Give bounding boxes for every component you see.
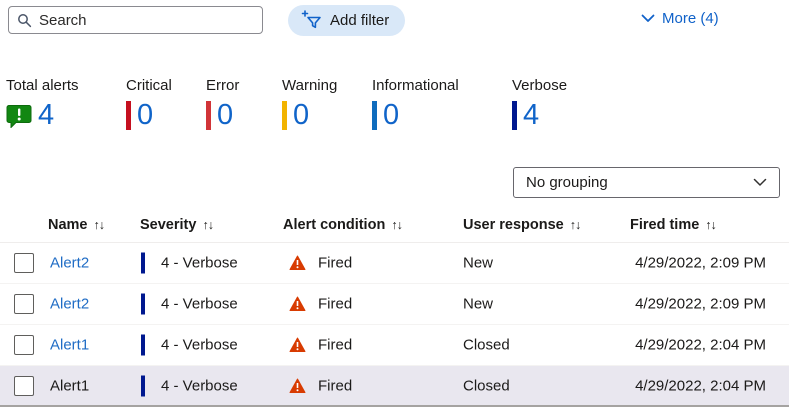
search-input[interactable] [39, 12, 254, 29]
user-response-cell: Closed [463, 377, 510, 394]
severity-bar [141, 375, 145, 396]
user-response-cell: Closed [463, 337, 510, 354]
column-header-severity[interactable]: Severity↑↓ [140, 217, 213, 233]
user-response-cell: New [463, 255, 493, 272]
metric-value: 0 [137, 101, 153, 130]
grouping-selected-value: No grouping [526, 174, 608, 191]
severity-cell: 4 - Verbose [161, 255, 238, 272]
fired-time-cell: 4/29/2022, 2:09 PM [580, 255, 766, 272]
sort-icon: ↑↓ [705, 218, 716, 232]
metric-label: Verbose [512, 77, 567, 94]
sort-icon: ↑↓ [570, 218, 581, 232]
chevron-down-icon [641, 14, 655, 23]
alert-condition-cell: Fired [318, 255, 352, 272]
fired-time-cell: 4/29/2022, 2:09 PM [580, 296, 766, 313]
alert-name-link[interactable]: Alert2 [50, 296, 89, 313]
metric-label: Error [206, 77, 239, 94]
warning-triangle-icon [289, 378, 306, 394]
user-response-cell: New [463, 296, 493, 313]
row-checkbox[interactable] [14, 376, 34, 396]
metric-informational: Informational 0 [372, 77, 459, 130]
severity-bar [126, 101, 131, 130]
alerts-screen: Add filter More (4) Total alerts 4 Criti… [0, 0, 789, 411]
alert-condition-cell: Fired [318, 337, 352, 354]
column-header-alert-condition[interactable]: Alert condition↑↓ [283, 217, 402, 233]
metric-value: 0 [293, 101, 309, 130]
severity-bar [141, 335, 145, 356]
row-checkbox[interactable] [14, 294, 34, 314]
metric-value: 0 [383, 101, 399, 130]
alert-name-link[interactable]: Alert1 [50, 377, 89, 394]
fired-time-cell: 4/29/2022, 2:04 PM [580, 377, 766, 394]
metric-label: Informational [372, 77, 459, 94]
metric-critical: Critical 0 [126, 77, 172, 130]
more-button[interactable]: More (4) [641, 10, 719, 27]
metric-label: Critical [126, 77, 172, 94]
severity-bar [372, 101, 377, 130]
column-header-fired-time[interactable]: Fired time↑↓ [630, 217, 716, 233]
table-row[interactable]: Alert1 4 - Verbose Fired Closed 4/29/202… [0, 325, 789, 366]
row-checkbox[interactable] [14, 253, 34, 273]
metric-verbose: Verbose 4 [512, 77, 567, 130]
warning-triangle-icon [289, 296, 306, 312]
warning-triangle-icon [289, 337, 306, 353]
column-header-name[interactable]: Name↑↓ [48, 217, 104, 233]
alert-speech-bubble-icon [6, 104, 32, 128]
alert-condition-cell: Fired [318, 296, 352, 313]
metric-warning: Warning 0 [282, 77, 337, 130]
severity-bar [206, 101, 211, 130]
metric-label: Total alerts [6, 77, 79, 94]
sort-icon: ↑↓ [202, 218, 213, 232]
metric-error: Error 0 [206, 77, 239, 130]
alert-name-link[interactable]: Alert1 [50, 337, 89, 354]
severity-bar [141, 253, 145, 274]
row-checkbox[interactable] [14, 335, 34, 355]
add-filter-label: Add filter [330, 12, 389, 29]
fired-time-cell: 4/29/2022, 2:04 PM [580, 337, 766, 354]
metric-value: 4 [523, 101, 539, 130]
add-filter-button[interactable]: Add filter [288, 5, 405, 36]
severity-cell: 4 - Verbose [161, 337, 238, 354]
severity-bar [141, 294, 145, 315]
table-header: Name↑↓ Severity↑↓ Alert condition↑↓ User… [0, 211, 789, 243]
search-box[interactable] [8, 6, 263, 34]
table-row[interactable]: Alert2 4 - Verbose Fired New 4/29/2022, … [0, 284, 789, 325]
metric-value: 0 [217, 101, 233, 130]
sort-icon: ↑↓ [391, 218, 402, 232]
alert-condition-cell: Fired [318, 377, 352, 394]
severity-cell: 4 - Verbose [161, 377, 238, 394]
severity-bar [512, 101, 517, 130]
metric-value: 4 [38, 101, 54, 130]
column-header-user-response[interactable]: User response↑↓ [463, 217, 580, 233]
search-icon [17, 13, 32, 28]
table-row-selected[interactable]: Alert1 4 - Verbose Fired Closed 4/29/202… [0, 366, 789, 407]
more-label: More (4) [662, 10, 719, 27]
metric-label: Warning [282, 77, 337, 94]
grouping-dropdown[interactable]: No grouping [513, 167, 780, 198]
metric-total-alerts: Total alerts 4 [6, 77, 79, 130]
severity-bar [282, 101, 287, 130]
severity-cell: 4 - Verbose [161, 296, 238, 313]
add-filter-icon [301, 10, 322, 31]
warning-triangle-icon [289, 255, 306, 271]
chevron-down-icon [753, 178, 767, 187]
alert-name-link[interactable]: Alert2 [50, 255, 89, 272]
table-row[interactable]: Alert2 4 - Verbose Fired New 4/29/2022, … [0, 243, 789, 284]
sort-icon: ↑↓ [94, 218, 105, 232]
